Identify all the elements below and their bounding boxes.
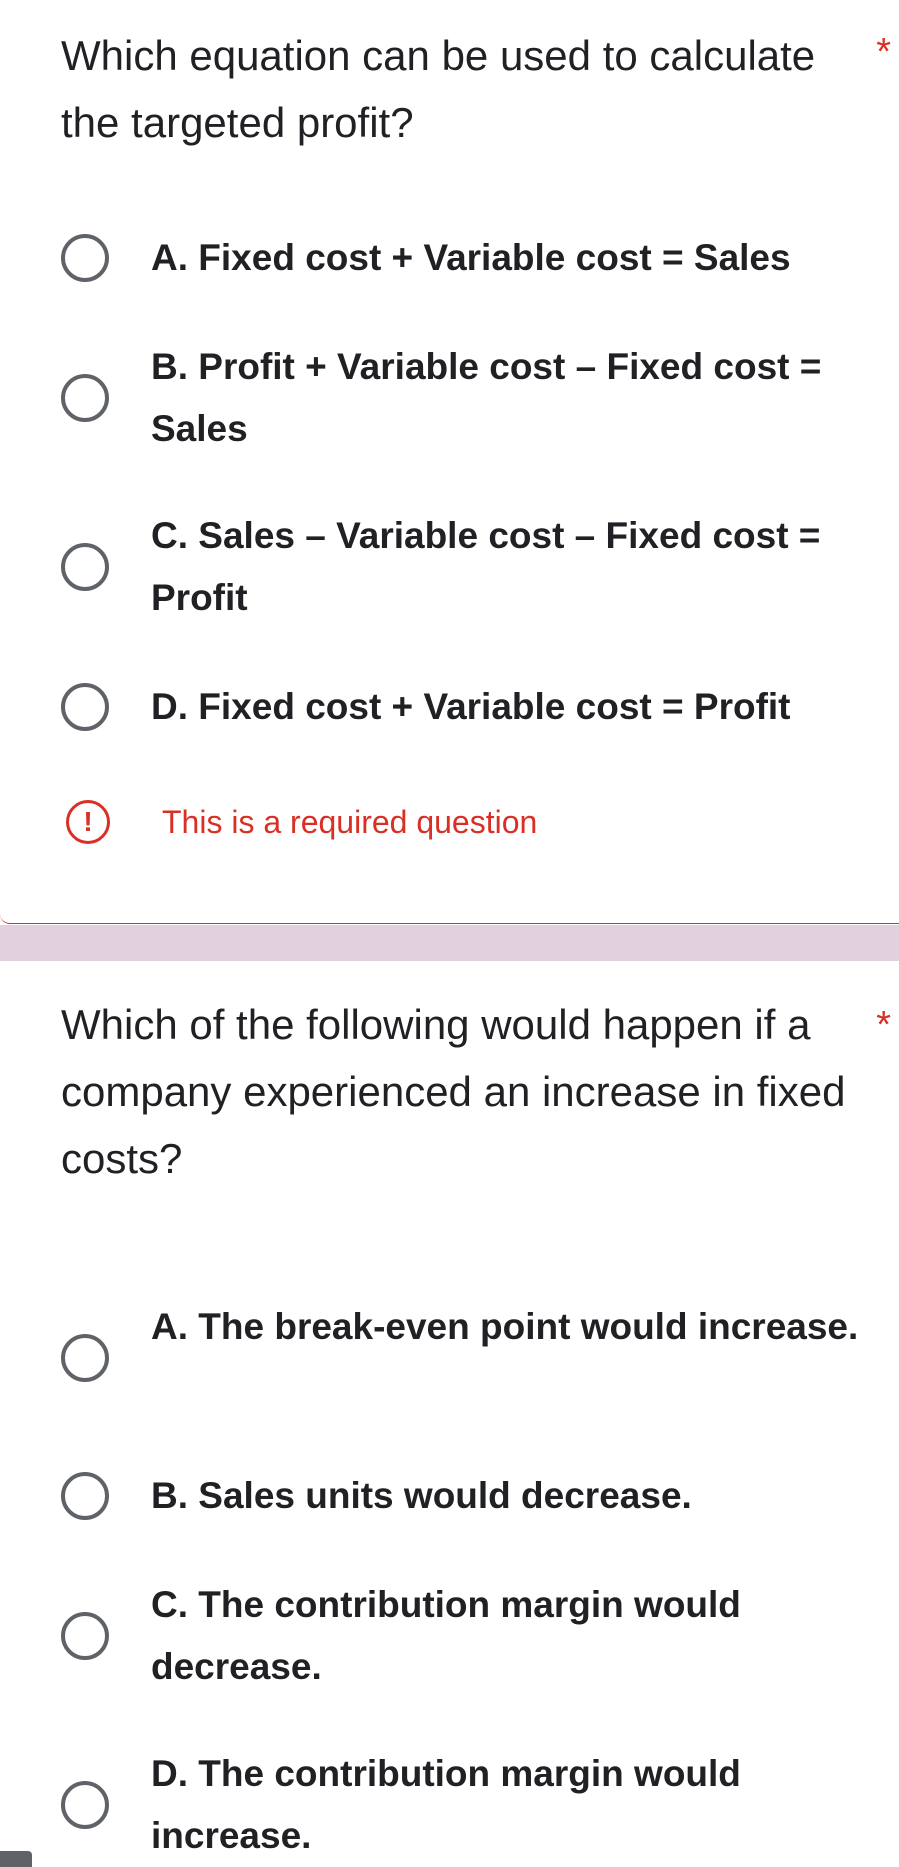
scroll-tab: [0, 1851, 32, 1867]
radio-option-a[interactable]: A. The break-even point would increase.: [0, 1296, 899, 1420]
option-label: D. The contribution margin would increas…: [151, 1753, 741, 1856]
radio-circle-icon[interactable]: [61, 234, 109, 282]
question-card-1: Which equation can be used to calculate …: [0, 0, 899, 924]
radio-option-b[interactable]: B. Profit + Variable cost – Fixed cost =…: [0, 336, 899, 460]
radio-circle-icon[interactable]: [61, 1612, 109, 1660]
radio-option-d[interactable]: D. The contribution margin would increas…: [0, 1743, 899, 1867]
question-title: Which of the following would happen if a…: [61, 1001, 846, 1182]
exclamation-circle-icon: !: [66, 800, 110, 844]
question-title: Which equation can be used to calculate …: [61, 32, 816, 146]
radio-circle-icon[interactable]: [61, 1334, 109, 1382]
option-label: C. The contribution margin would decreas…: [151, 1584, 741, 1687]
radio-option-c[interactable]: C. Sales – Variable cost – Fixed cost = …: [0, 505, 899, 629]
radio-option-d[interactable]: D. Fixed cost + Variable cost = Profit: [0, 676, 899, 746]
question-card-2: Which of the following would happen if a…: [0, 961, 899, 1867]
option-label: D. Fixed cost + Variable cost = Profit: [151, 686, 791, 727]
radio-circle-icon[interactable]: [61, 543, 109, 591]
radio-option-a[interactable]: A. Fixed cost + Variable cost = Sales: [0, 227, 899, 297]
radio-circle-icon[interactable]: [61, 1472, 109, 1520]
required-asterisk: *: [876, 31, 891, 73]
radio-circle-icon[interactable]: [61, 683, 109, 731]
option-label: B. Sales units would decrease.: [151, 1475, 692, 1516]
section-divider: [0, 925, 899, 961]
option-label: C. Sales – Variable cost – Fixed cost = …: [151, 515, 821, 618]
radio-circle-icon[interactable]: [61, 1781, 109, 1829]
option-label: A. The break-even point would increase.: [151, 1306, 859, 1347]
radio-circle-icon[interactable]: [61, 374, 109, 422]
radio-option-c[interactable]: C. The contribution margin would decreas…: [0, 1574, 899, 1698]
option-label: A. Fixed cost + Variable cost = Sales: [151, 237, 791, 278]
radio-option-b[interactable]: B. Sales units would decrease.: [0, 1465, 899, 1535]
error-text: This is a required question: [162, 804, 538, 840]
option-label: B. Profit + Variable cost – Fixed cost =…: [151, 346, 822, 449]
required-asterisk: *: [876, 1004, 891, 1046]
